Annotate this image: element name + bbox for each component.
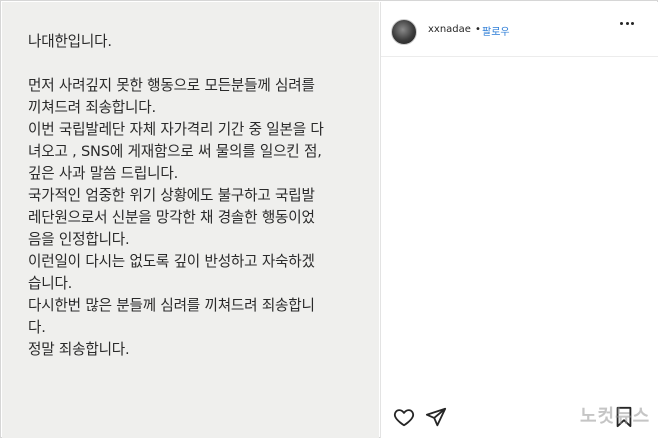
statement-line: 나대한입니다. [28,33,112,50]
statement-line: 다. [28,319,46,336]
statement-blank-line [28,53,373,75]
statement-line: 끼쳐드려 죄송합니다. [28,99,156,116]
more-options-icon[interactable] [620,22,634,28]
statement-line: 이번 국립발레단 자체 자가격리 기간 중 일본을 다 [28,121,324,138]
post-sidebar: xxnadae • 팔로우 [380,2,658,438]
avatar[interactable] [391,19,417,45]
statement-line: 먼저 사려깊지 못한 행동으로 모든분들께 심려를 [28,77,315,94]
statement-line: 음을 인정합니다. [28,231,130,248]
statement-line: 국가적인 엄중한 위기 상황에도 불구하고 국립발 [28,187,315,204]
post-image: 나대한입니다. 먼저 사려깊지 못한 행동으로 모든분들께 심려를 끼쳐드려 죄… [2,2,379,438]
statement-line: 깊은 사과 말씀 드립니다. [28,165,179,182]
heart-icon[interactable] [393,406,415,432]
news-watermark: 노컷뉴스 [580,406,651,427]
post-statement-text: 나대한입니다. 먼저 사려깊지 못한 행동으로 모든분들께 심려를 끼쳐드려 죄… [28,31,373,361]
more-dot [625,22,629,25]
username-link[interactable]: xxnadae [428,24,471,35]
send-icon[interactable] [425,406,447,432]
statement-line: 녀오고 , SNS에 게재함으로 써 물의를 일으킨 점, [28,143,322,160]
statement-line: 습니다. [28,275,73,292]
post-header: xxnadae • 팔로우 [381,2,658,57]
statement-line: 레단원으로서 신분을 망각한 채 경솔한 행동이었 [28,209,315,226]
separator-dot: • [475,24,481,35]
more-dot [620,22,623,25]
statement-line: 이런일이 다시는 없도록 깊이 반성하고 자숙하겠 [28,253,315,270]
more-dot [631,22,634,25]
statement-line: 정말 죄송합니다. [28,341,130,358]
instagram-post-frame: 나대한입니다. 먼저 사려깊지 못한 행동으로 모든분들께 심려를 끼쳐드려 죄… [0,0,658,438]
follow-button[interactable]: 팔로우 [482,23,510,38]
statement-line: 다시한번 많은 분들께 심려를 끼쳐드려 죄송합니 [28,297,315,314]
